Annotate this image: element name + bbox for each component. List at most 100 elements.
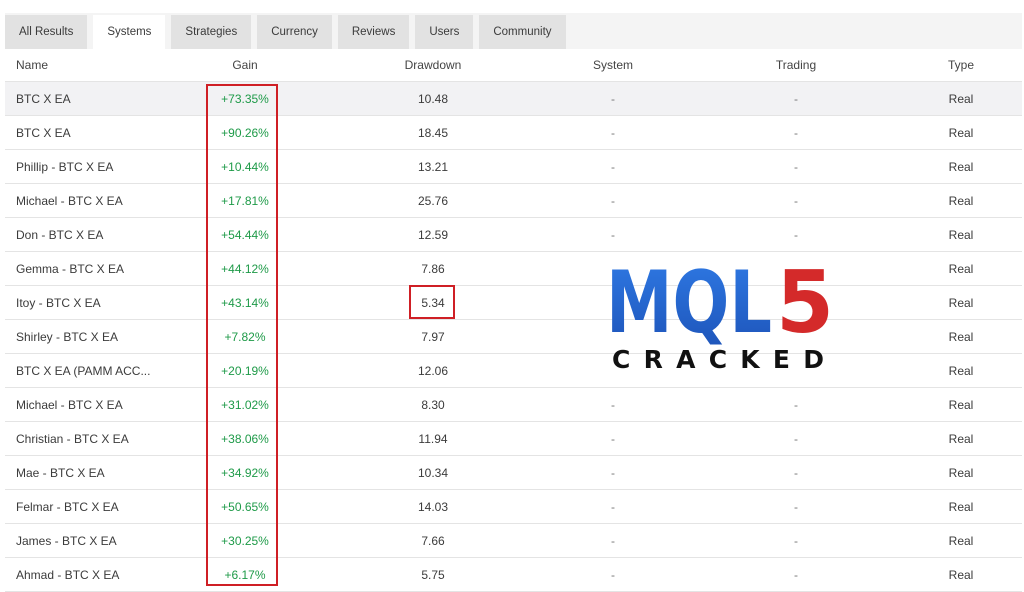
logo-5-text: 5 (776, 258, 834, 353)
drawdown-value: 10.48 (417, 91, 449, 106)
table-row[interactable]: Gemma - BTC X EA +44.12% 7.86 Real (5, 252, 1022, 286)
account-type-value: Real (948, 533, 974, 548)
drawdown-value: 18.45 (417, 125, 449, 140)
system-value: - (611, 91, 615, 106)
system-name-link[interactable]: Gemma - BTC X EA (16, 252, 166, 285)
system-name-link[interactable]: Don - BTC X EA (16, 218, 166, 251)
account-type-value: Real (948, 363, 974, 378)
system-value: - (611, 159, 615, 174)
system-value: - (611, 125, 615, 140)
drawdown-value: 14.03 (417, 499, 449, 514)
tab-bar: All Results Systems Strategies Currency … (5, 15, 572, 49)
trading-value: - (794, 567, 798, 582)
trading-value: - (794, 159, 798, 174)
account-type-value: Real (948, 193, 974, 208)
system-value: - (611, 227, 615, 242)
drawdown-value: 5.34 (421, 295, 445, 310)
gain-value: +10.44% (221, 159, 269, 174)
trading-value: - (794, 533, 798, 548)
system-name-link[interactable]: Ahmad - BTC X EA (16, 558, 166, 591)
results-panel: All Results Systems Strategies Currency … (5, 13, 1022, 592)
trading-value: - (794, 465, 798, 480)
table-row[interactable]: BTC X EA +90.26% 18.45 - - Real (5, 116, 1022, 150)
table-header-row: Name Gain Drawdown System Trading Type (5, 49, 1022, 82)
system-value: - (611, 431, 615, 446)
account-type-value: Real (948, 397, 974, 412)
account-type-value: Real (948, 567, 974, 582)
column-header-gain[interactable]: Gain (205, 49, 285, 81)
table-row[interactable]: Don - BTC X EA +54.44% 12.59 - - Real (5, 218, 1022, 252)
system-name-link[interactable]: Michael - BTC X EA (16, 184, 166, 217)
system-name-link[interactable]: Mae - BTC X EA (16, 456, 166, 489)
gain-value: +44.12% (221, 261, 269, 276)
table-row[interactable]: James - BTC X EA +30.25% 7.66 - - Real (5, 524, 1022, 558)
tab-strategies[interactable]: Strategies (171, 15, 252, 49)
table-row[interactable]: Michael - BTC X EA +17.81% 25.76 - - Real (5, 184, 1022, 218)
table-row[interactable]: Mae - BTC X EA +34.92% 10.34 - - Real (5, 456, 1022, 490)
system-name-link[interactable]: Christian - BTC X EA (16, 422, 166, 455)
drawdown-value: 13.21 (417, 159, 449, 174)
tab-reviews[interactable]: Reviews (337, 15, 410, 49)
column-header-type[interactable]: Type (925, 49, 997, 81)
gain-value: +17.81% (221, 193, 269, 208)
logo-mql-text: MQL (606, 258, 772, 353)
account-type-value: Real (948, 431, 974, 446)
table-row[interactable]: Felmar - BTC X EA +50.65% 14.03 - - Real (5, 490, 1022, 524)
system-name-link[interactable]: BTC X EA (PAMM ACC... (16, 354, 166, 387)
drawdown-value: 5.75 (421, 567, 445, 582)
gain-value: +43.14% (221, 295, 269, 310)
account-type-value: Real (948, 91, 974, 106)
tab-currency[interactable]: Currency (257, 15, 332, 49)
drawdown-value: 7.66 (421, 533, 445, 548)
column-header-system[interactable]: System (573, 49, 653, 81)
drawdown-value: 7.97 (421, 329, 445, 344)
gain-value: +38.06% (221, 431, 269, 446)
tab-all-results[interactable]: All Results (5, 15, 88, 49)
trading-value: - (794, 125, 798, 140)
column-header-trading[interactable]: Trading (756, 49, 836, 81)
account-type-value: Real (948, 261, 974, 276)
tab-systems[interactable]: Systems (93, 15, 166, 49)
table-row[interactable]: BTC X EA +73.35% 10.48 - - Real (5, 82, 1022, 116)
trading-value: - (794, 431, 798, 446)
system-name-link[interactable]: BTC X EA (16, 82, 166, 115)
drawdown-value: 10.34 (417, 465, 449, 480)
trading-value: - (794, 227, 798, 242)
drawdown-value: 12.59 (417, 227, 449, 242)
trading-value: - (794, 499, 798, 514)
gain-value: +73.35% (221, 91, 269, 106)
table-row[interactable]: Michael - BTC X EA +31.02% 8.30 - - Real (5, 388, 1022, 422)
gain-value: +50.65% (221, 499, 269, 514)
gain-value: +7.82% (224, 329, 266, 344)
tab-community[interactable]: Community (479, 15, 566, 49)
system-name-link[interactable]: Michael - BTC X EA (16, 388, 166, 421)
system-name-link[interactable]: Shirley - BTC X EA (16, 320, 166, 353)
table-row[interactable]: BTC X EA (PAMM ACC... +20.19% 12.06 Real (5, 354, 1022, 388)
gain-value: +6.17% (224, 567, 266, 582)
gain-value: +34.92% (221, 465, 269, 480)
system-name-link[interactable]: Phillip - BTC X EA (16, 150, 166, 183)
account-type-value: Real (948, 499, 974, 514)
account-type-value: Real (948, 125, 974, 140)
table-row[interactable]: Christian - BTC X EA +38.06% 11.94 - - Real (5, 422, 1022, 456)
trading-value: - (794, 397, 798, 412)
system-value: - (611, 465, 615, 480)
account-type-value: Real (948, 227, 974, 242)
system-name-link[interactable]: BTC X EA (16, 116, 166, 149)
system-name-link[interactable]: James - BTC X EA (16, 524, 166, 557)
table-row[interactable]: Phillip - BTC X EA +10.44% 13.21 - - Real (5, 150, 1022, 184)
system-value: - (611, 567, 615, 582)
table-row[interactable]: Ahmad - BTC X EA +6.17% 5.75 - - Real (5, 558, 1022, 592)
table-row[interactable]: Shirley - BTC X EA +7.82% 7.97 Real (5, 320, 1022, 354)
column-header-drawdown[interactable]: Drawdown (393, 49, 473, 81)
system-value: - (611, 193, 615, 208)
tab-users[interactable]: Users (415, 15, 474, 49)
system-name-link[interactable]: Felmar - BTC X EA (16, 490, 166, 523)
gain-value: +90.26% (221, 125, 269, 140)
gain-value: +31.02% (221, 397, 269, 412)
column-header-name[interactable]: Name (16, 49, 166, 81)
table-row[interactable]: Itoy - BTC X EA +43.14% 5.34 Real (5, 286, 1022, 320)
gain-value: +20.19% (221, 363, 269, 378)
trading-value: - (794, 91, 798, 106)
system-name-link[interactable]: Itoy - BTC X EA (16, 286, 166, 319)
